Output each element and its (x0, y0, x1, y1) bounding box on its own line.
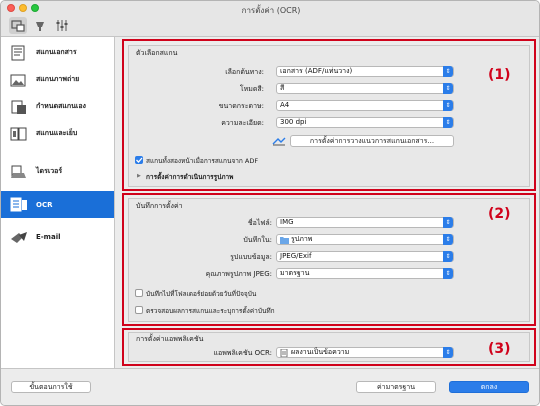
app-settings-group: การตั้งค่าแอพพลิเคชัน แอพพลิเคชัน OCR: ผ… (128, 332, 530, 362)
chevron-updown-icon: ⇕ (443, 117, 453, 128)
instructions-button[interactable]: ขั้นตอนการใช้ (11, 381, 91, 393)
data-format-value: JPEG/Exif (280, 252, 312, 260)
settings-sliders-icon (56, 20, 68, 31)
duplex-checkbox[interactable] (135, 156, 143, 164)
ocr-app-label: แอพพลิเคชัน OCR: (213, 349, 272, 357)
color-mode-label: โหมดสี: (239, 85, 264, 93)
check-icon (136, 157, 143, 163)
sidebar-item-label: กำหนดสแกนเอง (36, 102, 86, 110)
filename-field[interactable]: IMG ⇕ (276, 217, 454, 228)
disclosure-triangle-icon[interactable]: ▶ (137, 173, 141, 179)
settings-window: การตั้งค่า (OCR) สแกนเอกสาร สแกนภาพถ่าย … (0, 0, 540, 406)
resolution-label: ความละเอียด: (221, 119, 264, 127)
app-settings-title: การตั้งค่าแอพพลิเคชัน (136, 335, 204, 343)
color-mode-value: สี (280, 84, 285, 92)
save-in-value: รูปภาพ (291, 235, 313, 243)
sidebar-item-label: OCR (36, 200, 53, 209)
document-scan-icon (8, 44, 30, 62)
subfolder-checkbox-label: บันทึกไปที่โฟลเดอร์ย่อยด้วยวันที่ปัจจุบั… (146, 290, 257, 298)
save-settings-highlight: บันทึกการตั้งค่า ชื่อไฟล์: IMG ⇕ บันทึกใน… (122, 193, 536, 326)
data-format-select[interactable]: JPEG/Exif ⇕ (276, 251, 454, 262)
source-value: เอกสาร (ADF/แท่นวาง) (280, 67, 353, 75)
ocr-app-value: ผลงานเป็นข้อความ (291, 348, 350, 356)
callout-1: (1) (488, 67, 511, 83)
chevron-updown-icon: ⇕ (443, 268, 453, 279)
save-in-select[interactable]: รูปภาพ ⇕ (276, 234, 454, 245)
sidebar: สแกนเอกสาร สแกนภาพถ่าย กำหนดสแกนเอง สแกน… (1, 37, 115, 368)
sidebar-item-document[interactable]: สแกนเอกสาร (1, 39, 114, 66)
save-settings-title: บันทึกการตั้งค่า (136, 202, 183, 210)
scan-options-group: ตัวเลือกสแกน เลือกต้นทาง: เอกสาร (ADF/แท… (128, 45, 530, 187)
jpeg-quality-value: มาตรฐาน (280, 269, 310, 277)
sidebar-item-label: สแกนภาพถ่าย (36, 75, 80, 83)
chevron-updown-icon: ⇕ (443, 217, 453, 228)
subfolder-checkbox[interactable] (135, 289, 143, 297)
tab-scan-from-computer[interactable] (9, 17, 27, 34)
save-in-label: บันทึกใน: (243, 236, 272, 244)
photo-scan-icon (8, 71, 30, 89)
callout-2: (2) (488, 206, 511, 222)
filename-label: ชื่อไฟล์: (247, 219, 272, 227)
paper-size-select[interactable]: A4 ⇕ (276, 100, 454, 111)
panel-scan-icon (36, 22, 44, 31)
chevron-updown-icon: ⇕ (443, 234, 453, 245)
text-document-icon (280, 349, 288, 357)
callout-3: (3) (488, 341, 511, 357)
document-settings-button[interactable]: การตั้งค่าการวางแนวการสแกนเอกสาร... (290, 135, 454, 147)
sidebar-item-label: สแกนและเย็บ (36, 129, 78, 137)
image-processing-disclosure[interactable]: การตั้งค่าการดำเนินการรูปภาพ (146, 172, 233, 182)
sidebar-item-email[interactable]: E-mail (1, 223, 114, 250)
ok-button[interactable]: ตกลง (449, 381, 529, 393)
chevron-updown-icon: ⇕ (443, 83, 453, 94)
duplex-checkbox-label: สแกนทั้งสองหน้าเมื่อการสแกนจาก ADF (146, 157, 259, 165)
driver-icon (8, 163, 30, 181)
chevron-updown-icon: ⇕ (443, 347, 453, 358)
folder-icon (280, 237, 289, 244)
scan-options-highlight: ตัวเลือกสแกน เลือกต้นทาง: เอกสาร (ADF/แท… (122, 39, 536, 191)
resolution-select[interactable]: 300 dpi ⇕ (276, 117, 454, 128)
jpeg-quality-label: คุณภาพรูปภาพ JPEG: (205, 270, 272, 278)
source-label: เลือกต้นทาง: (225, 68, 264, 76)
chevron-updown-icon: ⇕ (443, 66, 453, 77)
main-panel: ตัวเลือกสแกน เลือกต้นทาง: เอกสาร (ADF/แท… (119, 37, 539, 368)
sidebar-item-custom[interactable]: กำหนดสแกนเอง (1, 93, 114, 120)
check-results-checkbox[interactable] (135, 306, 143, 314)
scan-options-title: ตัวเลือกสแกน (136, 49, 178, 57)
check-results-checkbox-label: ตรวจสอบผลการสแกนและระบุการตั้งค่าบันทึก (146, 307, 275, 315)
chevron-updown-icon: ⇕ (443, 100, 453, 111)
sidebar-item-stitch[interactable]: สแกนและเย็บ (1, 120, 114, 147)
footer-bar: ขั้นตอนการใช้ ค่ามาตรฐาน ตกลง (1, 368, 539, 405)
ocr-app-select[interactable]: ผลงานเป็นข้อความ ⇕ (276, 347, 454, 358)
app-settings-highlight: การตั้งค่าแอพพลิเคชัน แอพพลิเคชัน OCR: ผ… (122, 328, 536, 366)
data-format-label: รูปแบบข้อมูล: (230, 253, 272, 261)
defaults-button[interactable]: ค่ามาตรฐาน (356, 381, 436, 393)
custom-scan-icon (8, 98, 30, 116)
sidebar-item-label: ไดรเวอร์ (36, 167, 63, 175)
stitch-scan-icon (8, 125, 30, 143)
sidebar-item-photo[interactable]: สแกนภาพถ่าย (1, 66, 114, 93)
chevron-updown-icon: ⇕ (443, 251, 453, 262)
save-settings-group: บันทึกการตั้งค่า ชื่อไฟล์: IMG ⇕ บันทึกใน… (128, 198, 530, 322)
paper-size-value: A4 (280, 101, 290, 109)
resolution-value: 300 dpi (280, 118, 307, 126)
computer-scan-icon (11, 20, 25, 32)
sidebar-item-label: สแกนเอกสาร (36, 48, 77, 56)
tab-scan-from-panel[interactable] (31, 17, 49, 34)
sidebar-item-ocr[interactable]: OCR (1, 191, 114, 218)
title-bar: การตั้งค่า (OCR) (1, 1, 539, 15)
tab-general-settings[interactable] (53, 17, 71, 34)
color-mode-select[interactable]: สี ⇕ (276, 83, 454, 94)
ocr-icon (8, 196, 30, 214)
email-icon (8, 228, 30, 246)
sidebar-item-label: E-mail (36, 232, 61, 241)
jpeg-quality-select[interactable]: มาตรฐาน ⇕ (276, 268, 454, 279)
source-select[interactable]: เอกสาร (ADF/แท่นวาง) ⇕ (276, 66, 454, 77)
paper-size-label: ขนาดกระดาษ: (218, 102, 264, 110)
filename-value: IMG (280, 218, 294, 226)
document-orientation-icon (272, 137, 286, 146)
sidebar-item-driver[interactable]: ไดรเวอร์ (1, 158, 114, 185)
toolbar (1, 15, 539, 37)
